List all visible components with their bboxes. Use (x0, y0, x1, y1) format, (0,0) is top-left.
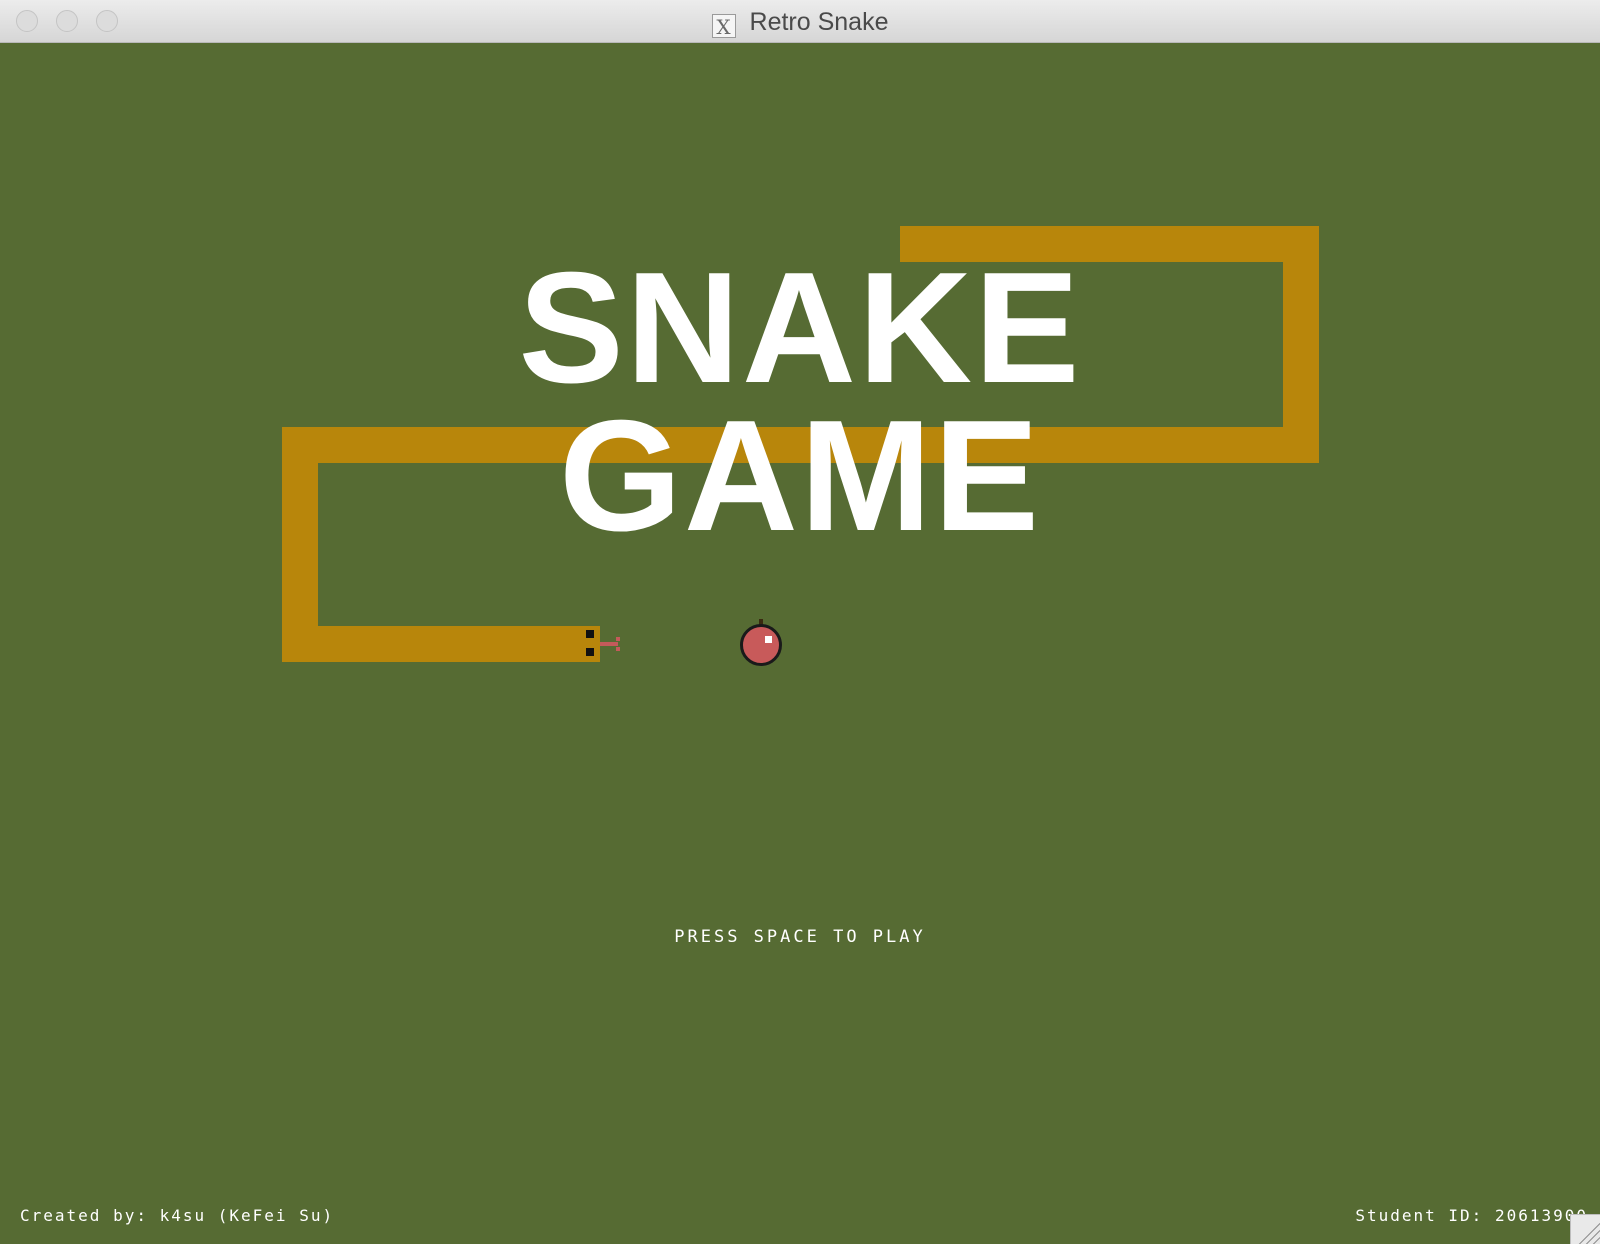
grip-line (1592, 1237, 1600, 1244)
credit-text: Created by: k4su (KeFei Su) (20, 1206, 335, 1225)
window-title: Retro Snake (749, 8, 889, 36)
snake-tongue (600, 642, 618, 646)
apple-icon (740, 624, 782, 666)
apple-shine (765, 636, 772, 643)
title-bar: X Retro Snake (0, 0, 1600, 43)
game-window: X Retro Snake SNAKE GAME PRESS SPACE TO P… (0, 0, 1600, 1244)
snake-tongue-fork (616, 637, 620, 641)
snake-segment (282, 626, 600, 662)
x11-icon: X (711, 14, 736, 39)
snake-tongue-fork (616, 647, 620, 651)
snake-eye (586, 630, 594, 638)
student-id-text: Student ID: 20613900 (1355, 1206, 1588, 1225)
resize-grip-icon[interactable] (1570, 1214, 1600, 1244)
start-prompt: PRESS SPACE TO PLAY (674, 927, 926, 947)
game-title-line2: GAME (559, 388, 1041, 564)
game-title-line1: SNAKE (518, 240, 1082, 416)
window-title-group: X Retro Snake (0, 8, 1600, 39)
playfield: SNAKE GAME PRESS SPACE TO PLAY Created b… (0, 43, 1600, 1244)
snake-eye (586, 648, 594, 656)
